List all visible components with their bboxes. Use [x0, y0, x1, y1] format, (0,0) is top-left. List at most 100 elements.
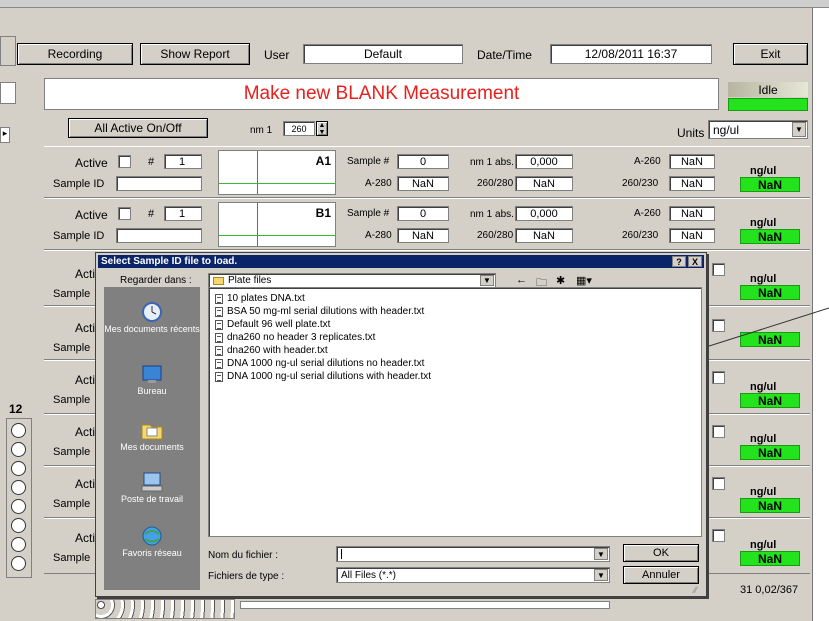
resize-grip-icon[interactable]: ⁄⁄ [694, 585, 697, 595]
dropdown-arrow-icon[interactable]: ▼ [480, 275, 494, 286]
sample-id-field[interactable] [116, 176, 202, 191]
dropdown-arrow-icon[interactable]: ▼ [792, 122, 806, 137]
sample-label: Sample [53, 498, 91, 510]
file-item[interactable]: Default 96 well plate.txt [215, 319, 330, 330]
dropdown-arrow-icon[interactable]: ▼ [594, 548, 608, 560]
sample-number-field[interactable]: 1 [164, 206, 202, 221]
dialog-title: Select Sample ID file to load. [101, 256, 238, 267]
my-computer-icon [139, 471, 165, 493]
sample-label: Sample [53, 446, 91, 458]
ok-button[interactable]: OK [623, 544, 699, 562]
close-button[interactable]: X [688, 256, 702, 267]
well-circle[interactable] [11, 423, 26, 438]
file-item[interactable]: dna260 no header 3 replicates.txt [215, 332, 375, 343]
text-file-icon [215, 306, 223, 317]
toolbar-edge [0, 36, 16, 66]
row-checkbox[interactable] [712, 529, 725, 542]
ratio-260-280-field: NaN [515, 176, 573, 191]
sample-label: Sample [53, 552, 91, 564]
a260-label: A-260 [634, 208, 661, 219]
file-item[interactable]: dna260 with header.txt [215, 345, 328, 356]
file-list[interactable]: 10 plates DNA.txt BSA 50 mg-ml serial di… [208, 287, 702, 537]
active-checkbox[interactable] [118, 155, 131, 168]
dialog-title-bar: Select Sample ID file to load. ? X [98, 255, 704, 268]
row-checkbox[interactable] [712, 263, 725, 276]
well-circle[interactable] [11, 556, 26, 571]
cancel-button[interactable]: Annuler [623, 566, 699, 584]
nm-spinner[interactable]: ▲ ▼ [316, 121, 328, 136]
place-recent[interactable]: Mes documents récents [104, 301, 200, 334]
text-file-icon [215, 371, 223, 382]
active-label: Acti [75, 425, 96, 439]
user-label: User [264, 48, 290, 62]
units-label: Units [677, 126, 705, 140]
nm1-abs-field: 0,000 [515, 206, 573, 221]
user-field[interactable]: Default [303, 44, 463, 64]
well-circle[interactable] [11, 537, 26, 552]
sample-id-field[interactable] [116, 228, 202, 243]
result-unit: ng/ul [750, 273, 777, 285]
nm-input[interactable]: 260 [283, 121, 315, 136]
left-scroll-edge[interactable]: ▸ [0, 127, 10, 143]
result-unit: ng/ul [750, 165, 777, 177]
result-unit: ng/ul [750, 217, 777, 229]
result-value: NaN [740, 445, 800, 460]
help-button[interactable]: ? [672, 256, 686, 267]
new-folder-icon[interactable]: ✱ [556, 274, 565, 287]
spinner-down-icon: ▼ [318, 128, 326, 136]
well-circle[interactable] [11, 518, 26, 533]
exit-button[interactable]: Exit [733, 43, 808, 65]
sample-id-label: Sample ID [53, 178, 105, 190]
file-open-dialog: Select Sample ID file to load. ? X Regar… [95, 252, 707, 597]
file-item[interactable]: 10 plates DNA.txt [215, 293, 305, 304]
text-file-icon [215, 345, 223, 356]
sample-num-label: Sample # [347, 156, 390, 167]
place-desktop[interactable]: Bureau [104, 363, 200, 396]
view-menu-icon[interactable]: ▦▾ [576, 274, 592, 287]
text-file-icon [215, 319, 223, 330]
page-title: Make new BLANK Measurement [44, 78, 719, 110]
a280-field: NaN [397, 228, 449, 243]
filename-input[interactable]: ▼ [336, 546, 610, 562]
ratio-260-280-field: NaN [515, 228, 573, 243]
desktop-icon [139, 363, 165, 385]
place-my-computer[interactable]: Poste de travail [104, 471, 200, 504]
place-network[interactable]: Favoris réseau [104, 525, 200, 558]
file-item[interactable]: DNA 1000 ng-ul serial dilutions no heade… [215, 358, 424, 369]
sample-card-b1: Active # 1 Sample ID B1 Sample # 0 nm 1 … [44, 198, 810, 250]
sample-label: Sample [53, 342, 91, 354]
datetime-label: Date/Time [477, 48, 532, 62]
sample-label: Sample [53, 394, 91, 406]
a280-label: A-280 [365, 230, 392, 241]
active-label: Active [75, 156, 108, 170]
well-circle[interactable] [11, 442, 26, 457]
sample-id-label: Sample ID [53, 230, 105, 242]
show-report-button[interactable]: Show Report [140, 43, 250, 65]
active-checkbox[interactable] [118, 207, 131, 220]
nm-label: nm 1 [250, 125, 273, 136]
active-label: Acti [75, 531, 96, 545]
all-active-button[interactable]: All Active On/Off [68, 118, 208, 138]
hash-label: # [148, 156, 155, 168]
dropdown-arrow-icon[interactable]: ▼ [594, 569, 608, 581]
active-label: Acti [75, 477, 96, 491]
a280-field: NaN [397, 176, 449, 191]
sample-number-field[interactable]: 1 [164, 154, 202, 169]
look-in-select[interactable]: Plate files ▼ [208, 273, 496, 288]
sample-num-label: Sample # [347, 208, 390, 219]
file-item[interactable]: DNA 1000 ng-ul serial dilutions with hea… [215, 371, 431, 382]
well-circle[interactable] [11, 480, 26, 495]
well-circle[interactable] [11, 499, 26, 514]
well-circle[interactable] [11, 461, 26, 476]
row-checkbox[interactable] [712, 477, 725, 490]
recent-documents-icon [139, 301, 165, 323]
units-select[interactable]: ng/ul ▼ [708, 120, 808, 139]
nm1-abs-field: 0,000 [515, 154, 573, 169]
ratio-260-230-field: NaN [669, 228, 715, 243]
back-icon[interactable]: ← [516, 274, 527, 286]
recording-button[interactable]: Recording [17, 43, 133, 65]
place-my-documents[interactable]: Mes documents [104, 419, 200, 452]
file-item[interactable]: BSA 50 mg-ml serial dilutions with heade… [215, 306, 424, 317]
filetype-select[interactable]: All Files (*.*) ▼ [336, 567, 610, 583]
ratio-260-280-label: 260/280 [477, 178, 514, 189]
